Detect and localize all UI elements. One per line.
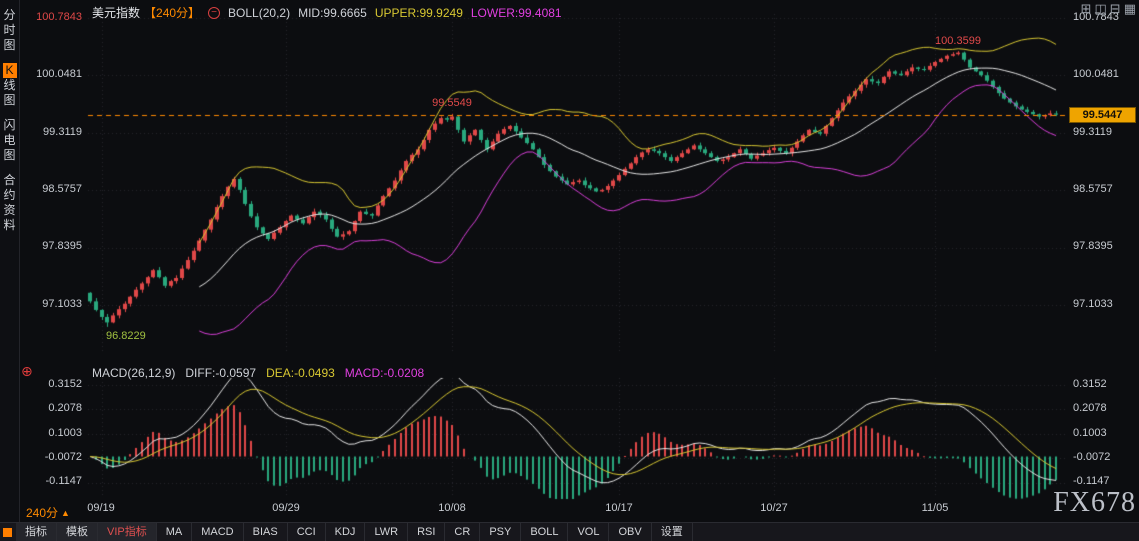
price-axis-label: 100.7843 <box>36 11 82 23</box>
macd-header: MACD(26,12,9) DIFF:-0.0597 DEA:-0.0493 M… <box>92 366 424 380</box>
boll-label: BOLL(20,2) <box>228 5 291 20</box>
indicator-kdj[interactable]: KDJ <box>326 523 366 541</box>
indicator-marker-icon <box>3 527 12 537</box>
zoom-out-icon[interactable]: − <box>208 6 221 19</box>
chart-header: 美元指数 【240分】 − BOLL(20,2) MID:99.6665 UPPE… <box>92 4 562 21</box>
macd-label: MACD(26,12,9) <box>92 366 176 380</box>
indicator-psy[interactable]: PSY <box>480 523 522 541</box>
price-axis-label: 97.1033 <box>42 298 82 310</box>
boll-mid-value: MID:99.6665 <box>298 5 367 20</box>
sidebar-item-time-chart[interactable]: 分时图 <box>3 8 17 53</box>
layout-switcher: ⊞ ◫ ⊟ ▦ <box>1081 1 1136 16</box>
indicator-cci[interactable]: CCI <box>288 523 326 541</box>
macd-axis-label: 0.1003 <box>1073 427 1107 439</box>
add-indicator-icon[interactable]: ⊕ <box>21 363 33 380</box>
macd-axis-label: -0.1147 <box>45 475 83 487</box>
price-axis-label: 99.3119 <box>1073 126 1112 138</box>
macd-axis-label: -0.0072 <box>44 451 82 463</box>
price-axis-label: 97.1033 <box>1073 298 1113 310</box>
low-price-annotation: 96.8229 <box>106 330 146 342</box>
layout-split-icon[interactable]: ⊟ <box>1110 1 1121 16</box>
sidebar-item-flash-chart[interactable]: 闪电图 <box>3 118 17 163</box>
indicator-boll[interactable]: BOLL <box>521 523 569 541</box>
indicator-toolbar: 指标 模板 VIP指标 MA MACD BIAS CCI KDJ LWR RSI… <box>0 522 1139 541</box>
boll-upper-value: UPPER:99.9249 <box>374 5 463 20</box>
price-axis-label: 100.0481 <box>36 68 82 80</box>
macd-diff-value: DIFF:-0.0597 <box>185 366 257 380</box>
price-axis-label: 98.5757 <box>1073 183 1113 195</box>
layout-multi-icon[interactable]: ▦ <box>1124 1 1136 16</box>
macd-axis-label: 0.3152 <box>1073 378 1107 390</box>
macd-axis-label: 0.1003 <box>48 427 82 439</box>
date-axis-label: 09/19 <box>87 502 115 514</box>
layout-grid-icon[interactable]: ⊞ <box>1081 1 1092 16</box>
indicator-rsi[interactable]: RSI <box>408 523 446 541</box>
peak-price-annotation: 99.5549 <box>432 97 472 109</box>
macd-axis-label: 0.2078 <box>48 402 82 414</box>
date-axis-label: 10/17 <box>605 502 633 514</box>
price-axis-label: 99.3119 <box>43 126 82 138</box>
fx678-watermark: FX678 <box>1053 487 1136 518</box>
layout-two-pane-icon[interactable]: ◫ <box>1095 1 1107 16</box>
indicator-bias[interactable]: BIAS <box>244 523 288 541</box>
date-axis-label: 10/08 <box>438 502 466 514</box>
macd-dea-value: DEA:-0.0493 <box>266 366 335 380</box>
tab-indicators[interactable]: 指标 <box>16 523 57 541</box>
indicator-obv[interactable]: OBV <box>609 523 652 541</box>
chevron-up-icon: ▲ <box>61 507 70 518</box>
date-axis-label: 11/05 <box>921 502 949 514</box>
macd-axis-label: -0.1147 <box>1073 475 1110 487</box>
sidebar-item-contract-info[interactable]: 合约资料 <box>3 173 17 233</box>
symbol-name: 美元指数 <box>92 6 141 20</box>
price-axis-label: 97.8395 <box>1073 240 1113 252</box>
chart-app: 分时图 K线图 闪电图 合约资料 美元指数 【240分】 − BOLL(20,2)… <box>0 0 1139 541</box>
high-price-annotation: 100.3599 <box>935 35 981 47</box>
macd-value: MACD:-0.0208 <box>344 366 425 380</box>
tab-templates[interactable]: 模板 <box>57 523 98 541</box>
indicator-lwr[interactable]: LWR <box>365 523 409 541</box>
period-selector[interactable]: 240分 ▲ <box>26 504 70 521</box>
settings-button[interactable]: 设置 <box>652 523 693 541</box>
sidebar: 分时图 K线图 闪电图 合约资料 <box>0 0 20 522</box>
date-axis-label: 09/29 <box>272 502 300 514</box>
kline-active-badge: K <box>2 63 17 78</box>
sidebar-item-kline[interactable]: K线图 <box>2 63 17 108</box>
macd-axis-label: 0.2078 <box>1073 402 1107 414</box>
period-selector-label: 240分 <box>26 506 59 520</box>
indicator-vol[interactable]: VOL <box>568 523 610 541</box>
kline-label: 线图 <box>3 78 16 107</box>
indicator-cr[interactable]: CR <box>445 523 481 541</box>
price-axis-label: 98.5757 <box>42 183 82 195</box>
period-label: 【240分】 <box>144 6 201 20</box>
boll-lower-value: LOWER:99.4081 <box>470 5 562 20</box>
price-axis-label: 100.0481 <box>1073 68 1119 80</box>
indicator-ma[interactable]: MA <box>157 523 193 541</box>
price-axis-label: 97.8395 <box>42 240 82 252</box>
last-price-tag: 99.5447 <box>1069 107 1136 123</box>
macd-axis-label: -0.0072 <box>1073 451 1111 463</box>
tab-vip-indicators[interactable]: VIP指标 <box>98 523 157 541</box>
kline-chart-canvas[interactable] <box>0 0 1139 541</box>
date-axis-label: 10/27 <box>760 502 788 514</box>
indicator-macd[interactable]: MACD <box>192 523 244 541</box>
